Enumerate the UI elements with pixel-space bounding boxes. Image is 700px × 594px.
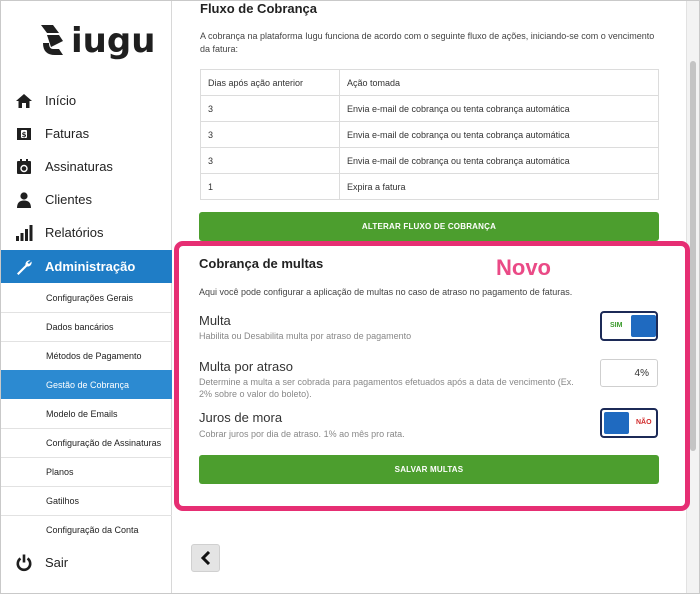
table-cell: Envia e-mail de cobrança ou tenta cobran… bbox=[339, 121, 659, 148]
table-row: 3 Envia e-mail de cobrança ou tenta cobr… bbox=[200, 147, 659, 174]
juros-help: Cobrar juros por dia de atraso. 1% ao mê… bbox=[199, 429, 405, 439]
scrollbar-thumb[interactable] bbox=[690, 61, 696, 451]
chevron-left-icon bbox=[200, 551, 210, 565]
multa-toggle[interactable]: SIM bbox=[600, 311, 658, 341]
nav-item-label: Relatórios bbox=[45, 225, 104, 240]
nav-item-label: Sair bbox=[45, 555, 69, 570]
flow-title: Fluxo de Cobrança bbox=[200, 1, 318, 16]
table-header-row: Dias após ação anterior Ação tomada bbox=[200, 69, 659, 96]
nav-item-label: Início bbox=[45, 93, 77, 108]
subnav-item-label: Planos bbox=[46, 466, 74, 477]
column-header: Dias após ação anterior bbox=[200, 69, 340, 96]
iugu-logo-icon bbox=[41, 25, 63, 55]
toggle-knob bbox=[631, 315, 656, 337]
alterar-fluxo-button[interactable]: ALTERAR FLUXO DE COBRANÇA bbox=[199, 212, 659, 241]
fines-description: Aqui você pode configurar a aplicação de… bbox=[199, 287, 573, 297]
subnav-item-label: Modelo de Emails bbox=[46, 408, 118, 419]
subnav-item-configuracao-da-conta[interactable]: Configuração da Conta bbox=[1, 515, 172, 544]
nav-item-relatorios[interactable]: Relatórios bbox=[1, 216, 172, 249]
juros-toggle[interactable]: NÃO bbox=[600, 408, 658, 438]
subnav-item-configuracoes-gerais[interactable]: Configurações Gerais bbox=[1, 283, 172, 312]
nav-item-label: Faturas bbox=[45, 126, 90, 141]
multa-atraso-help-line2: 2% sobre o valor do boleto). bbox=[199, 389, 312, 399]
salvar-multas-button[interactable]: SALVAR MULTAS bbox=[199, 455, 659, 484]
multa-atraso-title: Multa por atraso bbox=[199, 359, 293, 374]
subnav-item-label: Métodos de Pagamento bbox=[46, 350, 142, 361]
power-icon bbox=[16, 554, 32, 571]
nav-item-assinaturas[interactable]: Assinaturas bbox=[1, 150, 172, 183]
subnav-item-label: Gatilhos bbox=[46, 495, 80, 506]
table-row: 1 Expira a fatura bbox=[200, 173, 659, 200]
subnav-item-planos[interactable]: Planos bbox=[1, 457, 172, 486]
table-row: 3 Envia e-mail de cobrança ou tenta cobr… bbox=[200, 121, 659, 148]
home-icon bbox=[16, 93, 32, 108]
multa-help: Habilita ou Desabilita multa por atraso … bbox=[199, 331, 412, 341]
nav-item-label: Administração bbox=[45, 259, 136, 274]
subnav-item-label: Gestão de Cobrança bbox=[46, 379, 130, 390]
nav-item-faturas[interactable]: $ Faturas bbox=[1, 117, 172, 150]
table-cell: 1 bbox=[200, 173, 340, 200]
multa-atraso-input[interactable]: 4% bbox=[600, 359, 658, 387]
invoice-icon: $ bbox=[17, 127, 31, 140]
fines-title: Cobrança de multas bbox=[199, 256, 324, 271]
bar-chart-icon bbox=[16, 224, 33, 241]
nav-item-inicio[interactable]: Início bbox=[1, 84, 172, 117]
subnav-item-gatilhos[interactable]: Gatilhos bbox=[1, 486, 172, 515]
nav-item-label: Assinaturas bbox=[45, 159, 113, 174]
toggle-label: NÃO bbox=[636, 419, 652, 426]
flow-description: A cobrança na plataforma Iugu funciona d… bbox=[200, 31, 655, 54]
table-row: 3 Envia e-mail de cobrança ou tenta cobr… bbox=[200, 95, 659, 122]
nav-item-clientes[interactable]: Clientes bbox=[1, 183, 172, 216]
subnav-item-modelo-de-emails[interactable]: Modelo de Emails bbox=[1, 399, 172, 428]
user-icon bbox=[17, 191, 31, 208]
nav-item-administracao[interactable]: Administração bbox=[1, 250, 172, 283]
table-cell: Expira a fatura bbox=[339, 173, 659, 200]
subnav-item-label: Configurações Gerais bbox=[46, 292, 134, 303]
svg-text:$: $ bbox=[22, 131, 27, 139]
table-cell: 3 bbox=[200, 147, 340, 174]
wrench-icon bbox=[17, 259, 32, 275]
toggle-knob bbox=[604, 412, 629, 434]
multa-title: Multa bbox=[199, 313, 231, 328]
brand-name: iugu bbox=[71, 21, 156, 61]
multa-atraso-help-line1: Determine a multa a ser cobrada para pag… bbox=[199, 377, 574, 387]
subnav-item-metodos-de-pagamento[interactable]: Métodos de Pagamento bbox=[1, 341, 172, 370]
flow-table: Dias após ação anterior Ação tomada 3 En… bbox=[200, 69, 659, 200]
table-cell: Envia e-mail de cobrança ou tenta cobran… bbox=[339, 95, 659, 122]
subnav-item-gestao-de-cobranca[interactable]: Gestão de Cobrança bbox=[1, 370, 172, 399]
novo-badge: Novo bbox=[496, 255, 551, 280]
iugu-logo[interactable]: iugu bbox=[37, 21, 155, 65]
back-button[interactable] bbox=[191, 544, 220, 572]
subnav-item-configuracao-de-assinaturas[interactable]: Configuração de Assinaturas bbox=[1, 428, 172, 457]
column-header: Ação tomada bbox=[347, 77, 401, 88]
nav-item-label: Clientes bbox=[45, 192, 92, 207]
sidebar: iugu Início $ Faturas Assinaturas Client… bbox=[1, 1, 172, 593]
juros-title: Juros de mora bbox=[199, 410, 283, 425]
subnav-item-label: Configuração de Assinaturas bbox=[46, 437, 162, 448]
table-cell: 3 bbox=[200, 95, 340, 122]
subnav-item-label: Configuração da Conta bbox=[46, 524, 139, 535]
table-cell: 3 bbox=[200, 121, 340, 148]
nav-item-sair[interactable]: Sair bbox=[1, 546, 172, 579]
subnav-item-label: Dados bancários bbox=[46, 321, 114, 332]
toggle-label: SIM bbox=[610, 322, 623, 329]
calendar-icon bbox=[17, 158, 31, 174]
subnav-item-dados-bancarios[interactable]: Dados bancários bbox=[1, 312, 172, 341]
table-cell: Envia e-mail de cobrança ou tenta cobran… bbox=[339, 147, 659, 174]
